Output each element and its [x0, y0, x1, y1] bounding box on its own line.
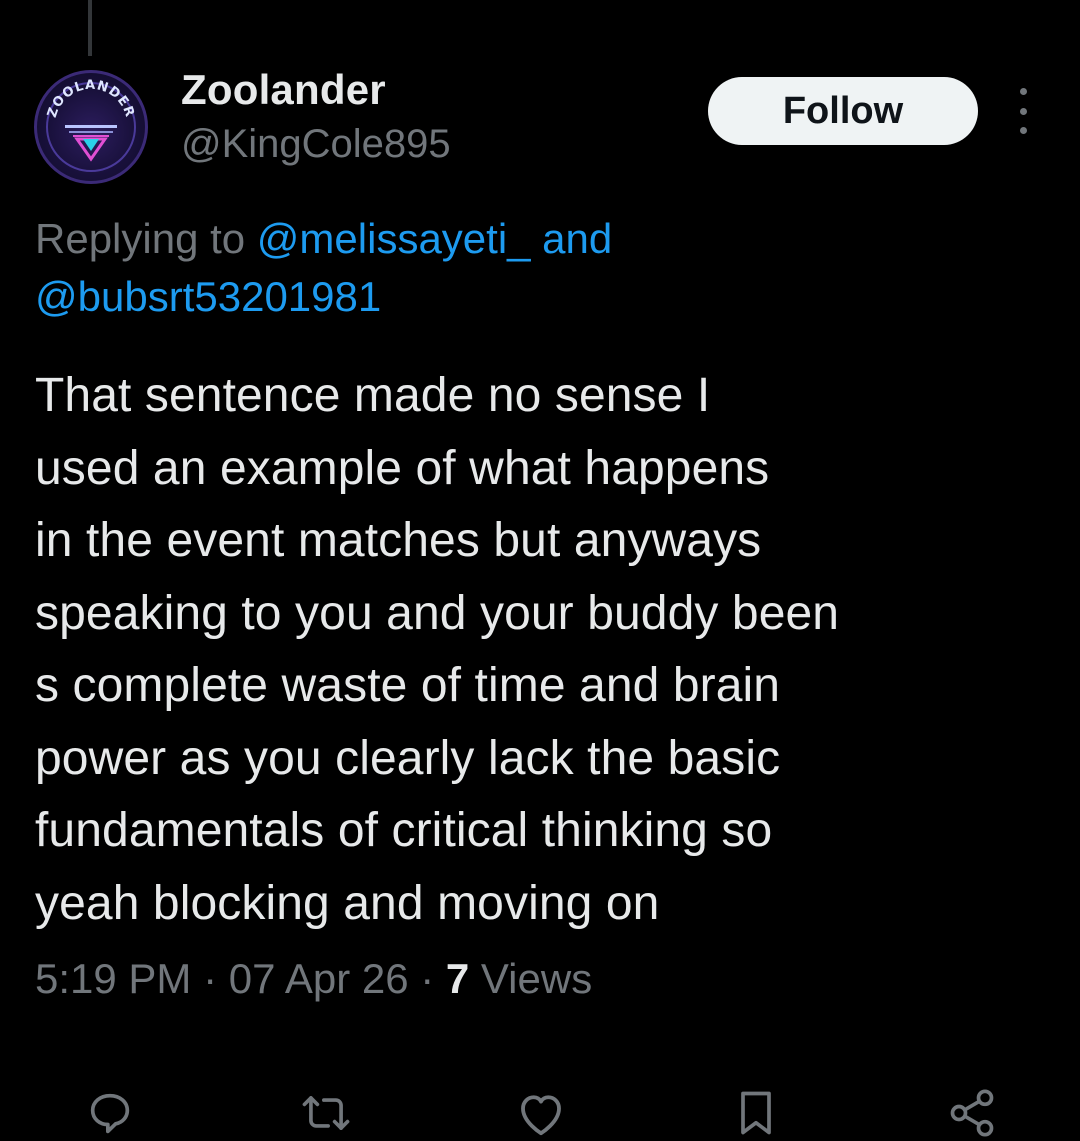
avatar[interactable]: ZOOLANDER [34, 70, 148, 184]
author-handle[interactable]: @KingCole895 [181, 122, 451, 167]
follow-button[interactable]: Follow [708, 77, 978, 145]
tweet-line: in the event matches but anyways [35, 514, 762, 567]
retweet-icon[interactable] [298, 1085, 354, 1141]
tweet-line: s complete waste of time and brain [35, 659, 781, 712]
action-bar [0, 1085, 1080, 1141]
more-dot [1019, 88, 1027, 95]
tweet-line: That sentence made no sense I [35, 369, 711, 422]
tweet-line: yeah blocking and moving on [35, 876, 660, 930]
tweet-line: fundamentals of critical thinking so [35, 804, 773, 857]
bookmark-icon[interactable] [728, 1085, 784, 1141]
tweet-text: That sentence made no sense I used an ex… [35, 360, 1045, 940]
more-dot [1019, 127, 1027, 134]
avatar-text: ZOOLANDER [45, 78, 136, 120]
tweet-date[interactable]: 07 Apr 26 [229, 955, 409, 1002]
meta-separator: · [191, 955, 229, 1002]
reply-prefix: Replying to [35, 215, 257, 262]
thread-connector-line [88, 0, 92, 56]
more-dot [1019, 107, 1027, 115]
svg-text:ZOOLANDER: ZOOLANDER [45, 78, 137, 120]
share-icon[interactable] [944, 1085, 1000, 1141]
tweet-meta: 5:19 PM · 07 Apr 26 · 7 Views [35, 955, 592, 1003]
author-display-name[interactable]: Zoolander [181, 66, 386, 114]
mention-link[interactable]: @bubsrt53201981 [35, 273, 381, 320]
mention-link[interactable]: @melissayeti_ [257, 215, 531, 262]
reply-icon[interactable] [82, 1085, 138, 1141]
meta-separator: · [408, 955, 446, 1002]
tweet-time[interactable]: 5:19 PM [35, 955, 191, 1002]
more-vertical-icon[interactable] [1006, 88, 1040, 134]
tweet-line: power as you clearly lack the basic [35, 731, 781, 785]
reply-conjunction[interactable]: and [531, 215, 612, 262]
like-icon[interactable] [513, 1085, 569, 1141]
tweet-line: speaking to you and your buddy been [35, 586, 840, 640]
tweet-line: used an example of what happens [35, 441, 770, 495]
views-count[interactable]: 7 [446, 955, 469, 1002]
avatar-logo-icon: ZOOLANDER [45, 78, 137, 172]
views-label[interactable]: Views [469, 955, 592, 1002]
reply-context: Replying to @melissayeti_ and @bubsrt532… [35, 210, 935, 326]
